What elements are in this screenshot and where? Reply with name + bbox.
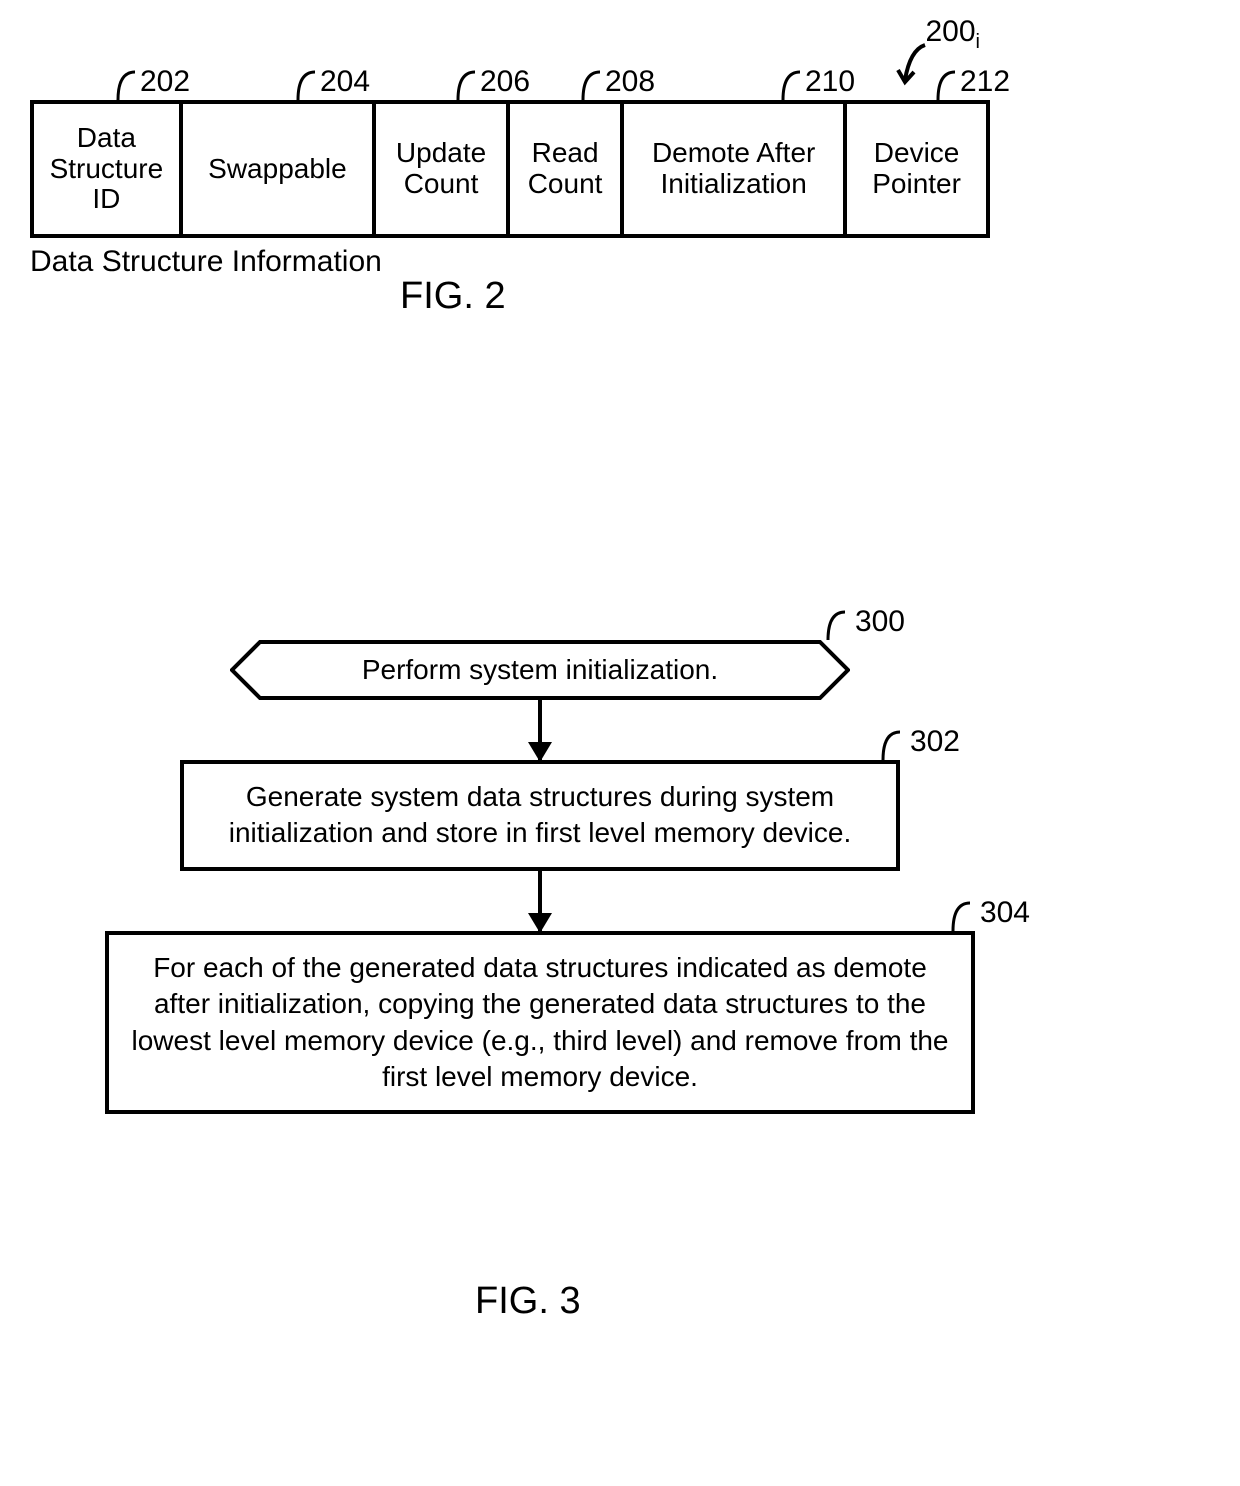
hook-300-icon — [820, 610, 850, 642]
hook-302-icon — [875, 730, 905, 762]
fig2-caption: Data Structure Information — [30, 245, 382, 279]
fig2-container: 200i 202 204 206 208 210 212 Data Struct… — [30, 100, 990, 238]
ref-302: 302 — [910, 725, 960, 759]
fig3-container: 300 Perform system initialization. 302 G… — [100, 640, 980, 1114]
fig2-label: FIG. 2 — [400, 275, 506, 318]
hook-204-icon — [290, 70, 320, 102]
hook-210-icon — [775, 70, 805, 102]
cell-swappable: Swappable — [183, 104, 376, 234]
arrow-302-to-304-icon — [538, 871, 542, 931]
hook-304-icon — [945, 901, 975, 933]
ref-210: 210 — [805, 65, 855, 99]
cell-read-count: Read Count — [510, 104, 624, 234]
ref-300: 300 — [855, 605, 905, 639]
hook-206-icon — [450, 70, 480, 102]
hook-202-icon — [110, 70, 140, 102]
step-304-process: For each of the generated data structure… — [105, 931, 975, 1115]
ref-202: 202 — [140, 65, 190, 99]
arrow-300-to-302-icon — [538, 700, 542, 760]
ref-212: 212 — [960, 65, 1010, 99]
step-302-process: Generate system data structures during s… — [180, 760, 900, 871]
cell-device-pointer: Device Pointer — [847, 104, 986, 234]
hook-212-icon — [930, 70, 960, 102]
fig3-label: FIG. 3 — [475, 1280, 581, 1323]
data-structure-table: Data Structure ID Swappable Update Count… — [30, 100, 990, 238]
ref-208: 208 — [605, 65, 655, 99]
ref-204: 204 — [320, 65, 370, 99]
cell-data-structure-id: Data Structure ID — [34, 104, 183, 234]
hook-208-icon — [575, 70, 605, 102]
ref-206: 206 — [480, 65, 530, 99]
cell-demote-after: Demote After Initialization — [624, 104, 847, 234]
step-300-terminator: Perform system initialization. — [230, 640, 850, 700]
ref-304: 304 — [980, 896, 1030, 930]
cell-update-count: Update Count — [376, 104, 510, 234]
